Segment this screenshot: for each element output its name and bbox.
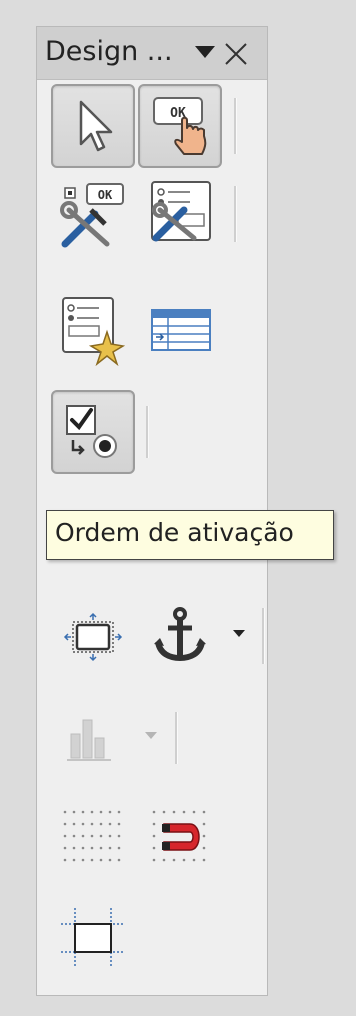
grid-button[interactable] (51, 796, 135, 880)
form-navigator-button[interactable] (51, 288, 135, 372)
bar-chart-icon (67, 719, 111, 761)
form-star-icon (62, 297, 126, 367)
anchor-button[interactable] (138, 592, 218, 676)
separator (146, 406, 149, 458)
alignment-dropdown-arrow-icon[interactable] (145, 732, 157, 739)
separator (262, 608, 265, 664)
anchor-icon (154, 607, 206, 662)
snap-to-grid-button[interactable] (138, 796, 222, 880)
panel-title: Design ... (45, 36, 173, 67)
close-icon[interactable] (223, 41, 249, 67)
pointer-arrow-icon (79, 100, 113, 152)
design-mode-button[interactable]: OK (138, 84, 222, 168)
separator (175, 712, 178, 764)
alignment-button[interactable] (51, 692, 135, 776)
control-properties-button[interactable]: OK (51, 172, 135, 256)
svg-text:OK: OK (98, 188, 113, 202)
separator (234, 98, 237, 154)
anchor-dropdown-arrow-icon[interactable] (233, 630, 245, 637)
ok-hand-pointer-icon: OK (153, 97, 207, 155)
separator (234, 186, 237, 242)
triangle-down-icon[interactable] (195, 46, 215, 58)
guides-button[interactable] (51, 896, 135, 980)
tooltip-text: Ordem de ativação (55, 518, 294, 547)
tools-ok-icon: OK (60, 183, 124, 248)
panel-titlebar: Design ... (37, 27, 267, 80)
checkbox-radio-icon (66, 405, 117, 458)
activation-order-button[interactable] (51, 390, 135, 474)
magnet-icon (152, 810, 206, 862)
table-icon (151, 309, 211, 351)
tools-form-icon (151, 181, 211, 242)
position-size-button[interactable] (51, 592, 135, 676)
tooltip: Ordem de ativação (46, 510, 334, 560)
form-properties-button[interactable] (138, 172, 222, 256)
add-field-button[interactable] (138, 288, 222, 372)
resize-frame-icon (63, 612, 123, 662)
dot-grid-icon (63, 810, 121, 862)
guide-lines-icon (61, 908, 125, 968)
select-button[interactable] (51, 84, 135, 168)
